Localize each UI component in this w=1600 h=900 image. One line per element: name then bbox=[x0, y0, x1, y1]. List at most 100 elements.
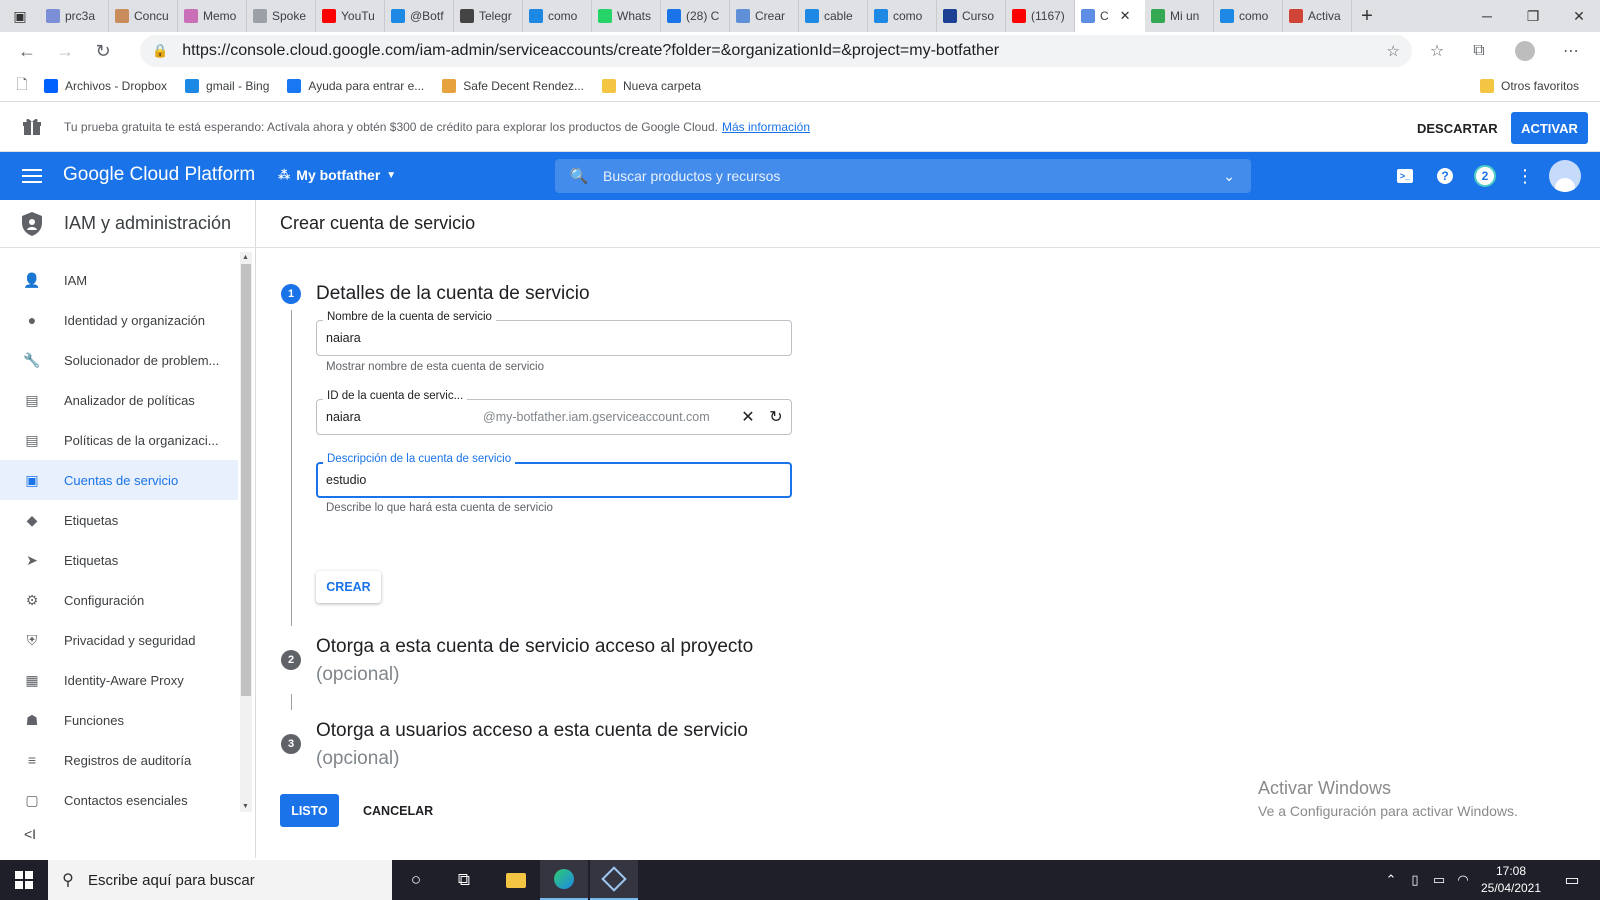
notifications-badge[interactable]: 2 bbox=[1472, 163, 1498, 189]
tab-active[interactable]: C ✕ bbox=[1075, 0, 1145, 32]
cancel-button[interactable]: CANCELAR bbox=[353, 794, 443, 827]
sidebar-item[interactable]: ☗ Funciones bbox=[0, 700, 238, 740]
sidebar-item[interactable]: ▤ Políticas de la organizaci... bbox=[0, 420, 238, 460]
browser-tab[interactable]: Whats bbox=[592, 0, 661, 32]
sidebar-item[interactable]: ● Identidad y organización bbox=[0, 300, 238, 340]
reload-button[interactable]: ↻ bbox=[84, 32, 122, 70]
more-vert-icon[interactable]: ⋮ bbox=[1512, 163, 1538, 189]
step-2-title[interactable]: Otorga a esta cuenta de servicio acceso … bbox=[316, 636, 753, 658]
description-field-value[interactable]: estudio bbox=[326, 473, 366, 487]
browser-tab[interactable]: Crear bbox=[730, 0, 799, 32]
search-bar[interactable]: 🔍 Buscar productos y recursos ⌄ bbox=[555, 159, 1251, 193]
maximize-button[interactable]: ❐ bbox=[1510, 0, 1556, 32]
browser-menu-icon[interactable]: ⋯ bbox=[1552, 32, 1590, 70]
browser-tab[interactable]: YouTu bbox=[316, 0, 385, 32]
refresh-icon[interactable]: ↻ bbox=[765, 406, 787, 428]
other-bookmarks[interactable]: Otros favoritos bbox=[1480, 78, 1579, 93]
bookmark-item[interactable]: Nueva carpeta bbox=[602, 78, 701, 93]
bookmark-item[interactable]: gmail - Bing bbox=[185, 78, 269, 93]
browser-tab[interactable]: (28) C bbox=[661, 0, 730, 32]
tag-icon: ➤ bbox=[26, 551, 38, 568]
browser-tab[interactable]: como bbox=[1214, 0, 1283, 32]
dismiss-button[interactable]: DESCARTAR bbox=[1405, 112, 1510, 144]
sidebar-scrollbar[interactable]: ▲ ▼ bbox=[240, 252, 252, 812]
browser-tab[interactable]: Concu bbox=[109, 0, 178, 32]
notifications-center-icon[interactable]: ▭ bbox=[1552, 860, 1592, 900]
id-field-value[interactable]: naiara bbox=[326, 410, 361, 424]
service-account-description-field[interactable]: Descripción de la cuenta de servicio est… bbox=[316, 453, 792, 498]
browser-tab[interactable]: Spoke bbox=[247, 0, 316, 32]
trial-message: Tu prueba gratuita te está esperando: Ac… bbox=[64, 120, 810, 134]
url-bar[interactable]: 🔒 https://console.cloud.google.com/iam-a… bbox=[140, 35, 1412, 67]
add-favorite-icon[interactable]: ☆ bbox=[1387, 42, 1400, 60]
activate-button[interactable]: ACTIVAR bbox=[1511, 112, 1588, 144]
back-button[interactable]: ← bbox=[8, 32, 46, 70]
collapse-sidebar-icon[interactable]: <I bbox=[24, 826, 36, 842]
edge-icon[interactable] bbox=[540, 860, 588, 900]
browser-tab[interactable]: Mi un bbox=[1145, 0, 1214, 32]
service-account-id-field[interactable]: ID de la cuenta de servic... naiara @my-… bbox=[316, 390, 792, 435]
browser-tab[interactable]: prc3a bbox=[40, 0, 109, 32]
browser-tab[interactable]: Memo bbox=[178, 0, 247, 32]
scrollbar-thumb[interactable] bbox=[241, 264, 251, 696]
sidebar-item[interactable]: ⚙ Configuración bbox=[0, 580, 238, 620]
new-tab-button[interactable]: + bbox=[1352, 5, 1382, 28]
tray-chevron-icon[interactable]: ⌃ bbox=[1380, 860, 1402, 900]
sidebar-item[interactable]: ▤ Analizador de políticas bbox=[0, 380, 238, 420]
browser-tab[interactable]: (1167) bbox=[1006, 0, 1075, 32]
collections-icon[interactable]: ⧉ bbox=[1460, 32, 1498, 70]
browser-tab[interactable]: como bbox=[523, 0, 592, 32]
chevron-down-icon[interactable]: ⌄ bbox=[1223, 168, 1235, 185]
bookmark-item[interactable]: Archivos - Dropbox bbox=[44, 78, 167, 93]
tab-title: prc3a bbox=[65, 9, 96, 23]
profile-icon[interactable] bbox=[1506, 32, 1544, 70]
more-info-link[interactable]: Más información bbox=[722, 120, 810, 134]
sidebar-item[interactable]: ➤ Etiquetas bbox=[0, 540, 238, 580]
taskbar-search[interactable]: ⚲ Escribe aquí para buscar bbox=[48, 860, 392, 900]
tray-device-icon[interactable]: ▯ bbox=[1404, 860, 1426, 900]
browser-tab[interactable]: @Botf bbox=[385, 0, 454, 32]
browser-tab[interactable]: como bbox=[868, 0, 937, 32]
name-field-value[interactable]: naiara bbox=[326, 331, 361, 345]
bookmark-item[interactable]: Ayuda para entrar e... bbox=[287, 78, 424, 93]
cloud-shell-icon[interactable]: >_ bbox=[1392, 163, 1418, 189]
sidebar-item-label: Identity-Aware Proxy bbox=[64, 672, 184, 688]
window-menu-icon[interactable]: ▣ bbox=[0, 0, 40, 32]
start-button[interactable] bbox=[0, 860, 48, 900]
sidebar-item[interactable]: ▢ Contactos esenciales bbox=[0, 780, 238, 820]
done-button[interactable]: LISTO bbox=[280, 794, 339, 827]
browser-tab[interactable]: Telegr bbox=[454, 0, 523, 32]
browser-tab[interactable]: cable bbox=[799, 0, 868, 32]
sidebar-item[interactable]: ⛨ Privacidad y seguridad bbox=[0, 620, 238, 660]
sidebar-item[interactable]: ◆ Etiquetas bbox=[0, 500, 238, 540]
help-icon[interactable]: ? bbox=[1432, 163, 1458, 189]
close-window-button[interactable]: ✕ bbox=[1556, 0, 1600, 32]
taskbar-clock[interactable]: 17:08 25/04/2021 bbox=[1476, 863, 1546, 897]
sidebar-item[interactable]: ▣ Cuentas de servicio bbox=[0, 460, 238, 500]
account-avatar[interactable] bbox=[1548, 159, 1582, 193]
favorites-icon[interactable]: ☆ bbox=[1418, 32, 1456, 70]
sidebar-item[interactable]: 👤 IAM bbox=[0, 260, 238, 300]
create-button[interactable]: CREAR bbox=[316, 571, 381, 603]
sidebar-item[interactable]: 🔧 Solucionador de problem... bbox=[0, 340, 238, 380]
task-view-icon[interactable]: ⧉ bbox=[440, 860, 488, 900]
brand-title[interactable]: Google Cloud Platform bbox=[63, 164, 255, 186]
close-tab-icon[interactable]: ✕ bbox=[1120, 8, 1131, 24]
cortana-icon[interactable]: ○ bbox=[392, 860, 440, 900]
sidebar-item[interactable]: ≡ Registros de auditoría bbox=[0, 740, 238, 780]
tray-tablet-icon[interactable]: ▭ bbox=[1428, 860, 1450, 900]
clear-icon[interactable]: ✕ bbox=[737, 406, 759, 428]
browser-tab[interactable]: Curso bbox=[937, 0, 1006, 32]
file-explorer-icon[interactable] bbox=[492, 860, 540, 900]
minimize-button[interactable]: ─ bbox=[1464, 0, 1510, 32]
sidebar-item[interactable]: ▦ Identity-Aware Proxy bbox=[0, 660, 238, 700]
virtualbox-icon[interactable] bbox=[590, 860, 638, 900]
service-account-name-field[interactable]: Nombre de la cuenta de servicio naiara bbox=[316, 311, 792, 356]
forward-button[interactable]: → bbox=[46, 32, 84, 70]
bookmark-item[interactable]: Safe Decent Rendez... bbox=[442, 78, 584, 93]
wifi-icon[interactable]: ◠ bbox=[1452, 860, 1474, 900]
browser-tab[interactable]: Activa bbox=[1283, 0, 1352, 32]
hamburger-menu-icon[interactable] bbox=[20, 165, 44, 187]
project-selector[interactable]: ⁂ My botfather ▼ bbox=[278, 167, 396, 183]
step-3-title[interactable]: Otorga a usuarios acceso a esta cuenta d… bbox=[316, 720, 748, 742]
